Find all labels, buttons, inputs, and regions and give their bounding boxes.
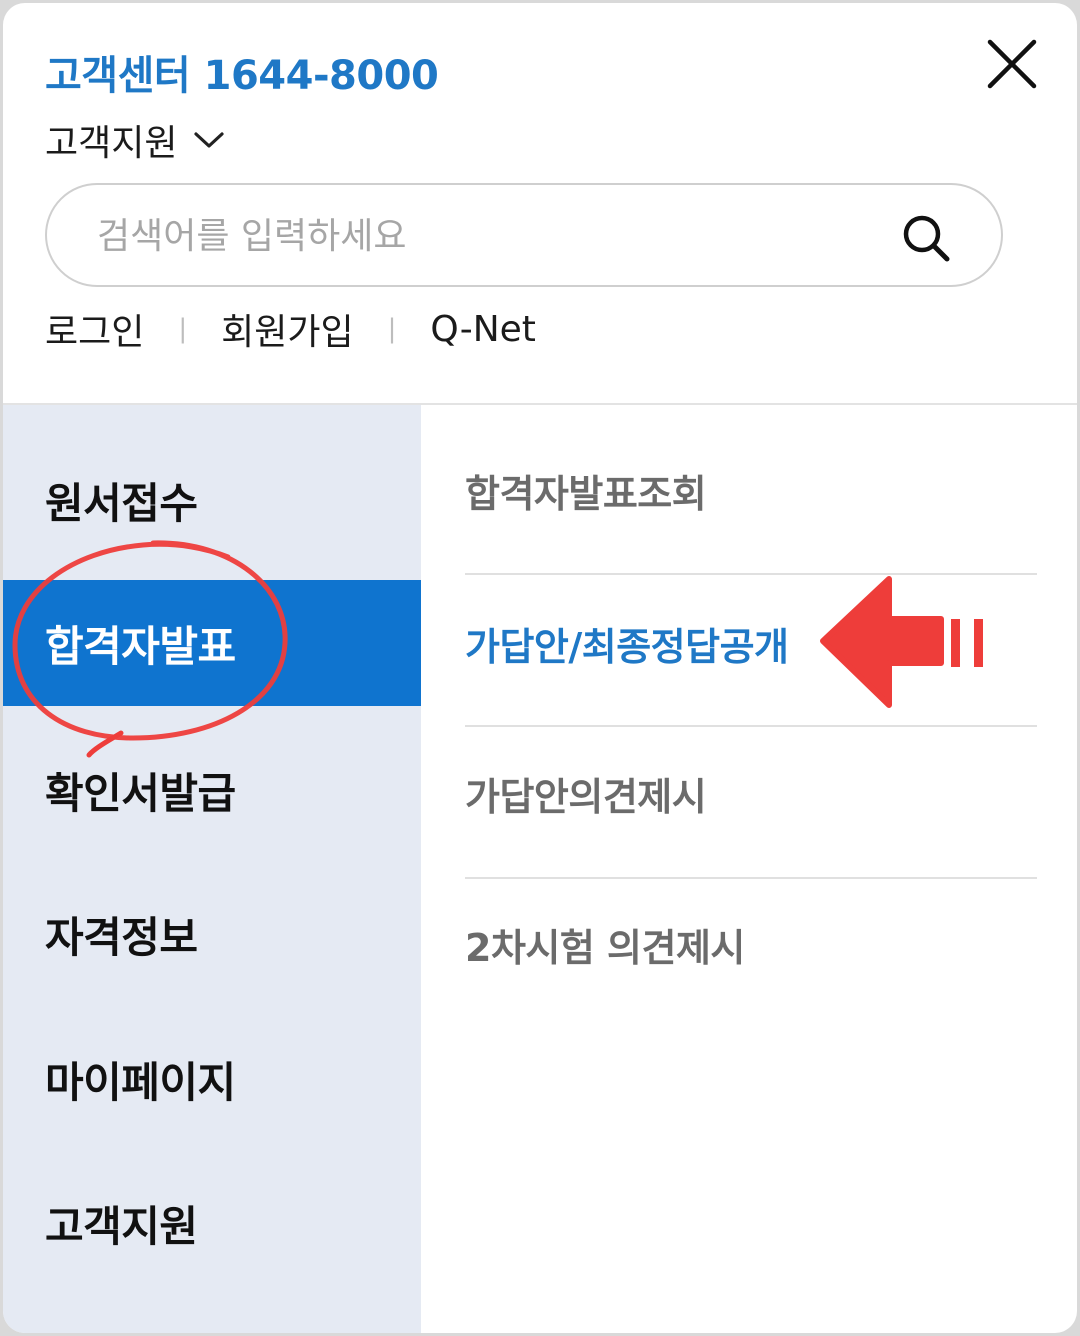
submenu-panel: 합격자발표조회 가답안/최종정답공개 가답안의견제시 2차시험 의견제시 [421, 405, 1077, 1333]
account-links: 로그인 | 회원가입 | Q-Net [45, 301, 536, 357]
sidebar-item-label: 자격정보 [45, 912, 198, 962]
sidebar-item-label: 마이페이지 [45, 1057, 236, 1107]
search-box [45, 183, 1003, 287]
search-button[interactable] [897, 209, 955, 267]
support-dropdown-label: 고객지원 [45, 123, 178, 164]
chevron-down-icon [193, 130, 225, 150]
submenu-item-answer-objection[interactable]: 가답안의견제시 [465, 718, 1037, 868]
signup-link[interactable]: 회원가입 [221, 303, 353, 355]
submenu-item-label: 2차시험 의견제시 [465, 925, 745, 970]
menu-header: 고객센터 1644-8000 고객지원 검색어를 입력하세요 로그인 | 회원가… [3, 3, 1077, 403]
submenu-item-result-lookup[interactable]: 합격자발표조회 [465, 415, 1037, 565]
close-icon [987, 39, 1037, 89]
qnet-link[interactable]: Q-Net [430, 309, 536, 350]
submenu-item-label: 가답안의견제시 [465, 774, 707, 819]
sidebar-item-results[interactable]: 합격자발표 [3, 580, 421, 706]
sidebar-item-support[interactable]: 고객지원 [3, 1160, 421, 1286]
customer-center-phone[interactable]: 고객센터 1644-8000 [45, 43, 439, 101]
mobile-menu-panel: 고객센터 1644-8000 고객지원 검색어를 입력하세요 로그인 | 회원가… [3, 3, 1077, 1333]
sidebar-item-qualification-info[interactable]: 자격정보 [3, 871, 421, 997]
sidebar-item-mypage[interactable]: 마이페이지 [3, 1016, 421, 1142]
category-sidebar: 원서접수 합격자발표 확인서발급 자격정보 마이페이지 고객지원 [3, 405, 421, 1333]
search-input[interactable] [97, 207, 877, 265]
submenu-item-answer-key[interactable]: 가답안/최종정답공개 [465, 568, 1037, 718]
sidebar-item-label: 확인서발급 [45, 768, 236, 818]
sidebar-item-label: 원서접수 [45, 478, 198, 528]
sidebar-item-certificate[interactable]: 확인서발급 [3, 727, 421, 853]
submenu-item-label: 가답안/최종정답공개 [465, 624, 789, 669]
login-link[interactable]: 로그인 [45, 303, 144, 355]
sidebar-item-label: 고객지원 [45, 1201, 198, 1251]
search-icon [903, 215, 950, 262]
submenu-item-second-exam-objection[interactable]: 2차시험 의견제시 [465, 869, 1037, 1019]
submenu-item-label: 합격자발표조회 [465, 471, 707, 516]
sidebar-item-application[interactable]: 원서접수 [3, 437, 421, 563]
link-separator: | [178, 314, 188, 344]
sidebar-item-label: 합격자발표 [45, 621, 236, 671]
close-button[interactable] [979, 31, 1045, 97]
link-separator: | [387, 314, 397, 344]
support-dropdown[interactable]: 고객지원 [45, 115, 225, 165]
